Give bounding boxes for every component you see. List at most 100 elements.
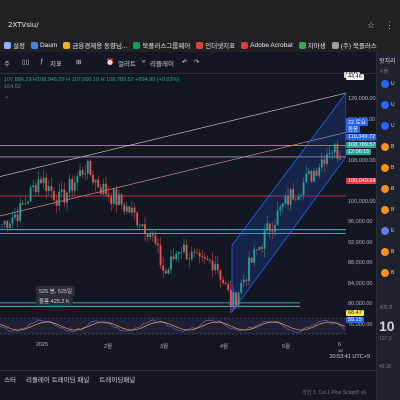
- price-marker-label[interactable]: 59.15: [346, 317, 364, 323]
- coin-icon[interactable]: [381, 206, 389, 214]
- address-bar[interactable]: 2XTVsiu/ ☆ ⋮: [0, 18, 400, 34]
- candle-body: [125, 206, 128, 212]
- candle-body: [27, 201, 29, 204]
- watchlist-symbol[interactable]: B: [391, 144, 394, 150]
- bookmark-item[interactable]: 설정: [4, 40, 25, 50]
- candle-body: [245, 279, 248, 281]
- coin-icon[interactable]: [381, 80, 389, 88]
- watchlist-detail-value-2: 49,35: [379, 364, 392, 370]
- candle-body: [240, 282, 243, 293]
- coin-icon[interactable]: [381, 143, 389, 151]
- candle-body: [313, 170, 315, 182]
- watchlist-symbol[interactable]: B: [391, 207, 394, 213]
- rsi-oscillator[interactable]: [0, 312, 346, 342]
- price-marker-label[interactable]: 44,46: [346, 74, 364, 80]
- candle-body: [175, 254, 178, 259]
- coin-icon[interactable]: [381, 248, 389, 256]
- templates-icon[interactable]: ⊞: [76, 58, 81, 66]
- candle-body: [279, 206, 282, 211]
- coin-icon[interactable]: [381, 164, 389, 172]
- chart-type-icon[interactable]: ▯▯: [22, 58, 29, 66]
- bookmarks-bar: 설정 Daum 금융경제용 동향님... 북플러스그룹웨어 인더넷지표 Adobe Acr…: [0, 38, 400, 52]
- indicators-icon[interactable]: ƒ: [40, 58, 44, 65]
- candle-body: [248, 257, 250, 281]
- undo-icon[interactable]: ↶: [182, 58, 187, 66]
- watchlist-symbol[interactable]: U: [391, 102, 395, 108]
- bookmark-item[interactable]: (주) 북플러스: [331, 40, 377, 50]
- bottom-tab[interactable]: 트레이딩패널: [99, 374, 135, 384]
- price-marker-label[interactable]: 110,349.72: [346, 134, 378, 140]
- bookmark-item[interactable]: Daum: [30, 41, 57, 49]
- price-axis[interactable]: USD 120,000.00116,000.00112,000.00108,00…: [344, 72, 378, 370]
- timeframe-button[interactable]: 주: [4, 58, 10, 68]
- replay-icon[interactable]: «: [142, 58, 146, 65]
- star-icon[interactable]: ☆: [367, 20, 375, 31]
- candle-body: [242, 279, 245, 283]
- bottom-tab[interactable]: 리플레이 트레이딩 패널: [26, 374, 89, 384]
- price-marker-label[interactable]: 68.47: [346, 310, 364, 316]
- watchlist-symbol[interactable]: U: [391, 123, 395, 129]
- candle-body: [180, 251, 183, 253]
- indicators-button[interactable]: 지표: [50, 58, 62, 68]
- price-marker-label[interactable]: 동웅: [346, 125, 361, 133]
- menu-icon[interactable]: ⋮: [385, 20, 394, 31]
- candle-body: [323, 159, 326, 164]
- candle-body: [21, 203, 24, 205]
- candle-body: [305, 173, 308, 183]
- footer-row: 라인 1, Col 1 Pine Script® v6: [0, 386, 376, 400]
- coin-icon[interactable]: [381, 122, 389, 130]
- bookmark-item[interactable]: 금융경제용 동향님...: [63, 40, 127, 50]
- candle-body: [193, 251, 196, 253]
- candle-body: [141, 224, 144, 227]
- watchlist-symbol[interactable]: B: [391, 249, 394, 255]
- chart-collapse-icon[interactable]: ⌄: [4, 92, 10, 100]
- watchlist-symbol[interactable]: B: [391, 270, 394, 276]
- candle-body: [94, 179, 97, 183]
- watchlist-title[interactable]: 왓치리: [379, 56, 396, 65]
- time-axis[interactable]: 20252월3월4월5월6월: [0, 340, 346, 356]
- candle-body: [336, 144, 339, 159]
- redo-icon[interactable]: ↷: [194, 58, 199, 66]
- candle-body: [115, 189, 118, 205]
- bookmark-label: (주) 북플러스: [340, 43, 377, 50]
- coin-icon[interactable]: [381, 227, 389, 235]
- url-text[interactable]: 2XTVsiu/: [8, 21, 39, 29]
- candle-body: [271, 230, 274, 232]
- candle-body: [29, 187, 32, 202]
- alert-icon[interactable]: ⏰: [106, 58, 114, 66]
- candle-body: [326, 154, 328, 164]
- candle-body: [3, 221, 6, 225]
- browser-actions: ☆ ⋮: [367, 20, 394, 31]
- coin-icon[interactable]: [381, 101, 389, 109]
- bottom-tab[interactable]: 스터: [4, 374, 16, 384]
- candle-body: [328, 153, 331, 155]
- coin-icon[interactable]: [381, 185, 389, 193]
- alert-button[interactable]: 얼러트: [118, 58, 136, 68]
- time-tick-label: 2025: [36, 342, 49, 348]
- bookmark-item[interactable]: 인더넷지표: [196, 40, 235, 50]
- watchlist-symbol[interactable]: U: [391, 81, 395, 87]
- candle-body: [224, 283, 227, 285]
- watchlist-symbol[interactable]: E: [391, 228, 394, 234]
- bookmark-icon: [63, 41, 71, 49]
- candle-body: [216, 264, 219, 271]
- bottom-panel-tabs: 스터 리플레이 트레이딩 패널 트레이딩패널: [0, 370, 376, 386]
- watchlist-symbol[interactable]: B: [391, 165, 394, 171]
- coin-icon[interactable]: [381, 269, 389, 277]
- clock-readout[interactable]: 20:53:41 UTC+9: [329, 354, 370, 360]
- candle-body: [203, 257, 206, 259]
- price-marker-label[interactable]: 108,789.57: [346, 142, 378, 148]
- candle-body: [167, 269, 170, 274]
- watchlist-symbol[interactable]: B: [391, 186, 394, 192]
- candle-body: [302, 182, 305, 195]
- candle-body: [58, 191, 61, 206]
- price-marker-label[interactable]: 100,049.64: [346, 178, 378, 184]
- bookmark-item[interactable]: 북플러스그룹웨어: [133, 40, 190, 50]
- chart-area[interactable]: 107,886.23 H108,946.29 H 107,000.19 H 10…: [0, 74, 370, 370]
- candle-body: [198, 252, 201, 257]
- bookmark-item[interactable]: Adobe Acrobat: [241, 41, 293, 49]
- bookmark-item[interactable]: 지아생: [298, 40, 326, 50]
- price-marker-label[interactable]: 12:06:15: [346, 149, 372, 155]
- replay-button[interactable]: 리플레이: [150, 58, 174, 68]
- candle-body: [138, 225, 141, 227]
